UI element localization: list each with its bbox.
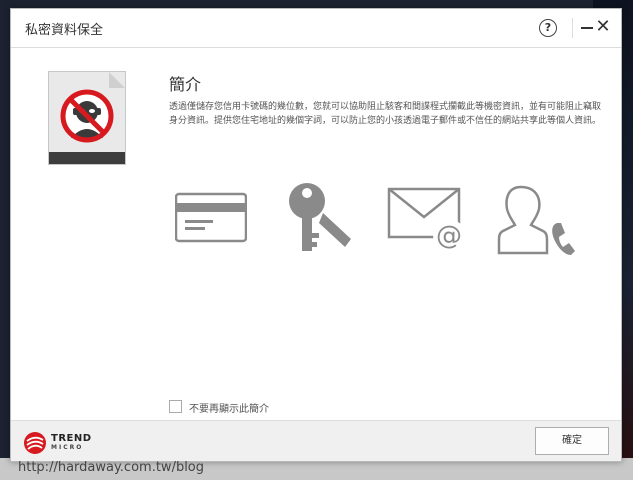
credit-card-icon xyxy=(174,189,248,249)
logo-text-micro: MICRO xyxy=(51,444,84,451)
help-button[interactable]: ? xyxy=(539,19,557,37)
dont-show-again-label[interactable]: 不要再顯示此簡介 xyxy=(189,400,269,415)
intro-heading: 簡介 xyxy=(169,75,202,94)
contact-phone-icon xyxy=(497,181,579,263)
window-title: 私密資料保全 xyxy=(25,23,104,38)
titlebar-divider xyxy=(572,18,573,38)
no-hacker-icon xyxy=(48,71,126,165)
logo-text-trend: TREND xyxy=(51,433,92,444)
svg-text:@: @ xyxy=(436,221,462,251)
intro-description: 透過僅儲存您信用卡號碼的幾位數，您就可以協助阻止駭客和間諜程式攔截此等機密資訊，… xyxy=(169,102,602,126)
footer-bar: TREND MICRO 確定 xyxy=(11,420,621,461)
dialog-window: 私密資料保全 ? ✕ 簡介 透過僅儲存您信用卡號碼的幾位數，您就可以協助阻止駭客… xyxy=(10,8,622,462)
email-at-icon: @ xyxy=(387,185,469,257)
ok-button[interactable]: 確定 xyxy=(535,427,609,455)
minimize-button[interactable] xyxy=(581,27,593,29)
key-icon xyxy=(287,179,357,261)
watermark-url: http://hardaway.com.tw/blog xyxy=(18,460,205,475)
trend-micro-logo: TREND MICRO xyxy=(23,429,103,455)
dont-show-again-checkbox[interactable] xyxy=(169,400,182,413)
close-button[interactable]: ✕ xyxy=(595,17,611,37)
title-bar: 私密資料保全 ? ✕ xyxy=(11,9,621,48)
